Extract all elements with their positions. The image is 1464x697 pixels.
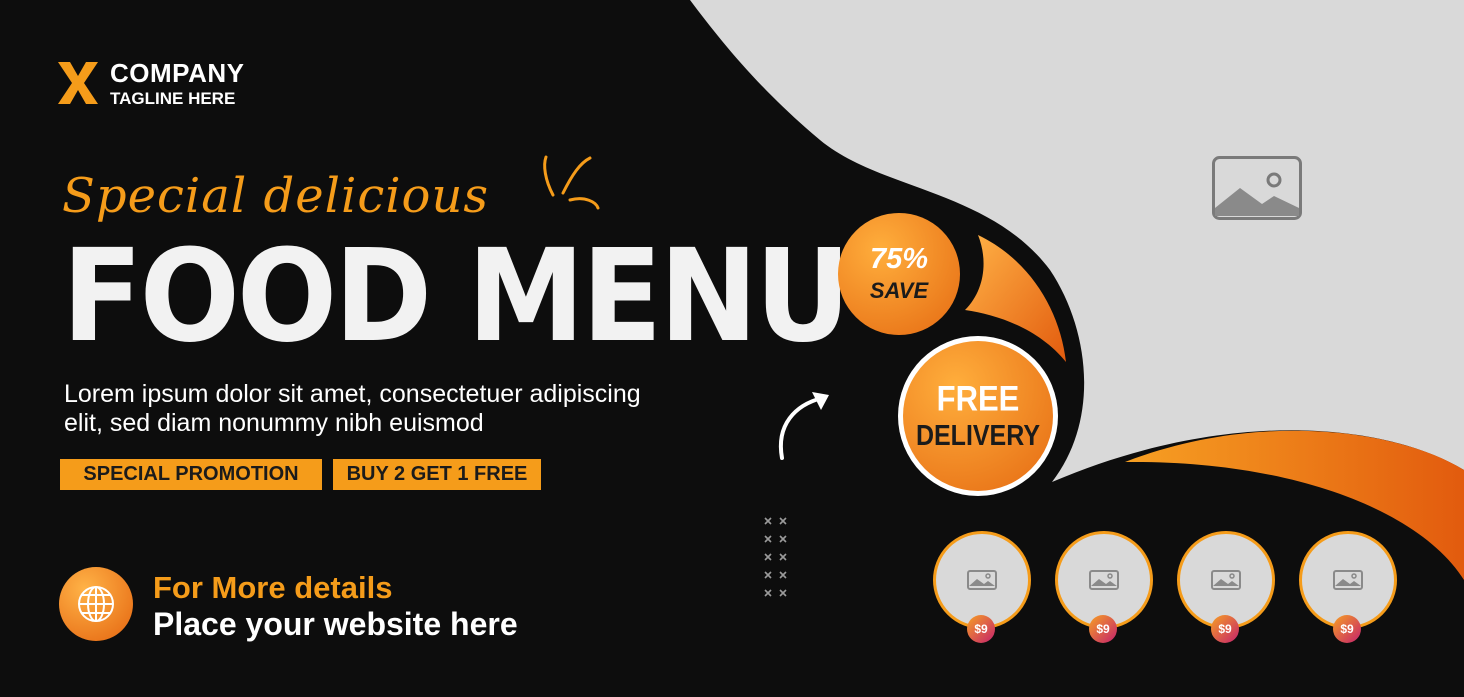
image-placeholder-icon[interactable]	[1212, 156, 1302, 220]
promo-tag-special: SPECIAL PROMOTION	[60, 459, 322, 490]
save-percent: 75%	[869, 242, 929, 275]
orange-wave	[1125, 430, 1464, 580]
sparkle-icon	[543, 155, 600, 210]
thumbnail-1[interactable]: $9	[933, 531, 1031, 643]
thumbnail-4[interactable]: $9	[1299, 531, 1397, 643]
website-link[interactable]: Place your website here	[153, 606, 518, 643]
save-badge: 75% SAVE	[838, 213, 960, 335]
image-placeholder-icon	[1089, 570, 1119, 590]
company-logo[interactable]: COMPANY TAGLINE HERE	[56, 58, 244, 108]
image-placeholder-icon	[1211, 570, 1241, 590]
details-heading: For More details	[153, 570, 393, 605]
price-badge: $9	[967, 615, 995, 643]
company-tagline: TAGLINE HERE	[110, 88, 236, 108]
save-label: SAVE	[869, 277, 929, 303]
logo-x-icon	[58, 62, 98, 104]
price-badge: $9	[1089, 615, 1117, 643]
headline-script: Special delicious	[62, 168, 489, 224]
price-badge: $9	[1211, 615, 1239, 643]
banner: COMPANY TAGLINE HERE Special delicious F…	[0, 0, 1464, 697]
company-name: COMPANY	[110, 57, 245, 88]
thumbnail-2[interactable]: $9	[1055, 531, 1153, 643]
delivery-badge: FREE DELIVERY	[898, 336, 1058, 496]
thumbnail-3[interactable]: $9	[1177, 531, 1275, 643]
image-placeholder-icon	[1333, 570, 1363, 590]
description: Lorem ipsum dolor sit amet, consectetuer…	[64, 380, 724, 438]
promo-tag-buy2get1: BUY 2 GET 1 FREE	[333, 459, 541, 490]
price-badge: $9	[1333, 615, 1361, 643]
globe-icon	[78, 586, 114, 622]
description-line-1: Lorem ipsum dolor sit amet, consectetuer…	[64, 380, 641, 408]
headline-title: FOOD MENU	[62, 221, 851, 371]
x-pattern	[764, 517, 787, 597]
logo-text: COMPANY TAGLINE HERE	[110, 60, 244, 107]
image-placeholder-icon	[967, 570, 997, 590]
description-line-2: elit, sed diam nonummy nibh euismod	[64, 409, 484, 437]
delivery-line-1: FREE	[936, 378, 1020, 419]
delivery-badge-inner: FREE DELIVERY	[903, 341, 1053, 491]
arrow-icon	[778, 396, 824, 460]
website-icon-circle[interactable]	[59, 567, 133, 641]
delivery-line-2: DELIVERY	[915, 419, 1041, 453]
